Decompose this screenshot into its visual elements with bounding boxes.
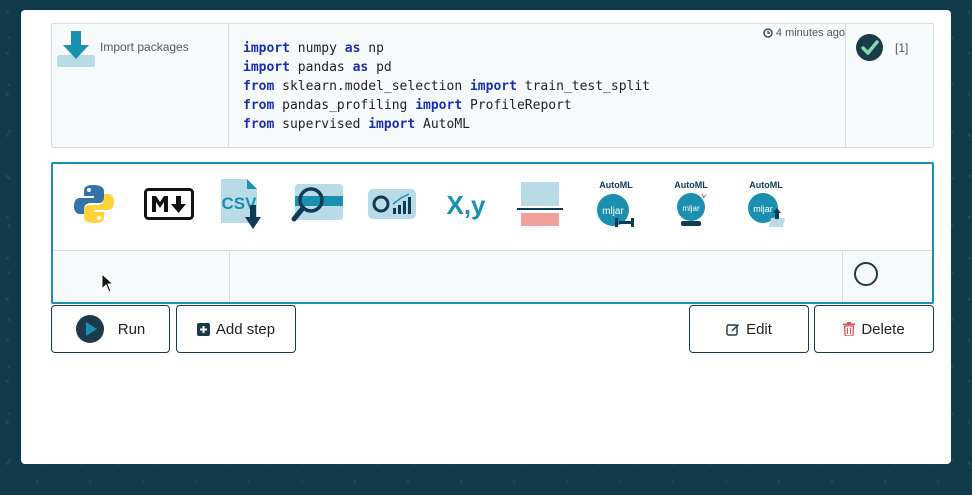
svg-text:mljar: mljar bbox=[753, 204, 773, 214]
train-test-split-icon[interactable] bbox=[513, 174, 569, 234]
code-text: ProfileReport bbox=[462, 98, 572, 113]
timestamp-text: 4 minutes ago bbox=[775, 27, 845, 39]
code-line: import pandas as pd bbox=[243, 58, 650, 77]
xy-label: X,y bbox=[446, 190, 486, 220]
run-button-label: Run bbox=[117, 320, 146, 338]
code-line: from sklearn.model_selection import trai… bbox=[243, 77, 650, 96]
code-keyword: as bbox=[344, 41, 361, 56]
delete-button[interactable]: Delete bbox=[814, 305, 934, 353]
play-icon bbox=[75, 315, 104, 343]
code-text: train_test_split bbox=[516, 79, 651, 94]
code-text: np bbox=[360, 41, 384, 56]
new-step-left-column bbox=[53, 251, 230, 302]
execution-count: [1] bbox=[895, 41, 909, 55]
code-line: from supervised import AutoML bbox=[243, 115, 650, 134]
code-text: numpy bbox=[289, 41, 345, 56]
code-keyword: import bbox=[243, 41, 290, 56]
edit-button-label: Edit bbox=[746, 320, 772, 338]
code-block[interactable]: import numpy as np import pandas as pd fro… bbox=[243, 39, 650, 134]
code-text: supervised bbox=[274, 117, 369, 132]
code-text: pandas_profiling bbox=[274, 98, 416, 113]
run-button[interactable]: Run bbox=[51, 305, 170, 353]
new-step-status-column bbox=[842, 251, 932, 302]
code-keyword: from bbox=[243, 98, 275, 113]
automl-train-label: AutoML bbox=[599, 180, 633, 190]
python-icon[interactable] bbox=[66, 174, 122, 234]
plus-square-icon bbox=[196, 322, 210, 336]
code-keyword: as bbox=[352, 60, 369, 75]
trash-icon bbox=[843, 322, 856, 336]
code-text: sklearn.model_selection bbox=[274, 79, 470, 94]
svg-text:mljar: mljar bbox=[682, 204, 700, 213]
search-data-icon[interactable] bbox=[290, 174, 346, 234]
csv-download-icon[interactable]: CSV bbox=[215, 174, 271, 234]
automl-predict-label: AutoML bbox=[674, 180, 708, 190]
automl-load-icon[interactable]: AutoML mljar bbox=[738, 174, 794, 234]
edit-button[interactable]: Edit bbox=[689, 305, 809, 353]
cell-step-column: Import packages bbox=[52, 24, 229, 147]
download-icon bbox=[57, 31, 95, 67]
code-text: pandas bbox=[289, 60, 353, 75]
new-step-body bbox=[53, 251, 932, 302]
code-keyword: import bbox=[368, 117, 416, 132]
add-step-button[interactable]: Add step bbox=[176, 305, 296, 353]
delete-button-label: Delete bbox=[861, 320, 905, 338]
automl-predict-icon[interactable]: AutoML mljar bbox=[663, 174, 719, 234]
code-line: import numpy as np bbox=[243, 39, 650, 58]
code-keyword: import bbox=[469, 79, 517, 94]
svg-text:mljar: mljar bbox=[602, 206, 624, 217]
cell-status-column: [1] bbox=[845, 24, 933, 147]
pending-status-icon bbox=[854, 262, 878, 286]
xy-split-icon[interactable]: X,y bbox=[438, 174, 494, 234]
markdown-icon[interactable] bbox=[141, 174, 197, 234]
code-line: from pandas_profiling import ProfileRepo… bbox=[243, 96, 650, 115]
completed-cell[interactable]: Import packages 4 minutes ago import num… bbox=[51, 23, 934, 148]
code-text: pd bbox=[368, 60, 392, 75]
step-name: Import packages bbox=[100, 40, 189, 54]
new-step-cell[interactable]: CSV X,y AutoML mljar AutoML mljar AutoML… bbox=[51, 162, 934, 304]
code-text: AutoML bbox=[415, 117, 470, 132]
timestamp: 4 minutes ago bbox=[763, 27, 845, 39]
notebook-panel: Import packages 4 minutes ago import num… bbox=[21, 10, 951, 464]
code-keyword: from bbox=[243, 79, 275, 94]
check-icon bbox=[856, 34, 883, 61]
data-profile-icon[interactable] bbox=[364, 174, 420, 234]
automl-load-label: AutoML bbox=[749, 180, 783, 190]
edit-icon bbox=[726, 324, 740, 336]
code-keyword: from bbox=[243, 117, 275, 132]
code-keyword: import bbox=[415, 98, 463, 113]
step-palette: CSV X,y AutoML mljar AutoML mljar AutoML… bbox=[53, 164, 932, 251]
mouse-cursor-icon bbox=[101, 273, 113, 293]
add-step-button-label: Add step bbox=[215, 320, 276, 338]
clock-icon bbox=[763, 28, 773, 38]
code-keyword: import bbox=[243, 60, 290, 75]
automl-train-icon[interactable]: AutoML mljar bbox=[588, 174, 644, 234]
